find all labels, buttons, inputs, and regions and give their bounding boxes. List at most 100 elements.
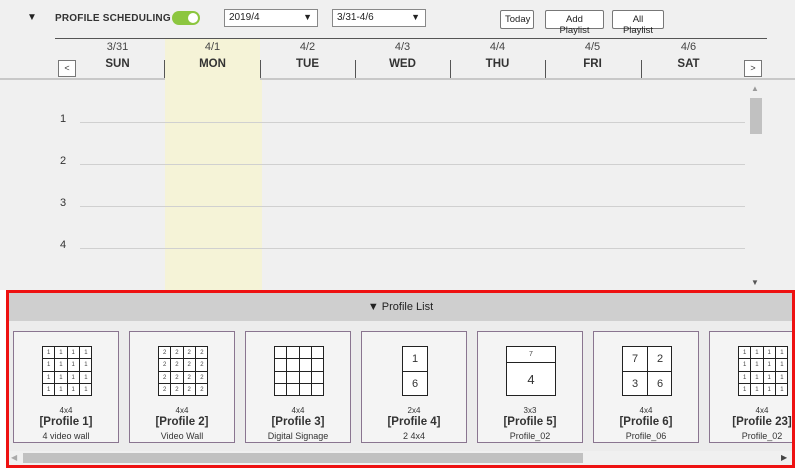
layout-cell: 2 <box>159 359 172 372</box>
profile-layout-type: 4x4 <box>59 406 73 415</box>
scheduling-toolbar: ▼ PROFILE SCHEDULING 2019/4 ▼ 3/31-4/6 ▼… <box>0 0 795 38</box>
layout-cell: 1 <box>775 359 788 372</box>
layout-cell <box>275 383 288 396</box>
day-column-fri[interactable]: 4/5 FRI <box>545 39 640 80</box>
day-name: SAT <box>677 58 700 70</box>
profile-layout-type: 4x4 <box>175 406 189 415</box>
layout-cell: 2 <box>159 371 172 384</box>
layout-cell: 1 <box>775 372 788 384</box>
layout-cell: 2 <box>195 347 208 360</box>
layout-cell: 1 <box>751 347 764 360</box>
profile-description: Profile_02 <box>509 431 551 441</box>
day-column-thu[interactable]: 4/4 THU <box>450 39 545 80</box>
hour-row: 1 <box>0 113 745 125</box>
schedule-vertical-scrollbar[interactable]: ▲ ▼ <box>747 80 765 290</box>
layout-preview-grid-2x4: 1 6 <box>402 346 428 396</box>
week-select-value: 3/31-4/6 <box>337 12 374 23</box>
next-week-button[interactable]: > <box>744 60 762 77</box>
schedule-grid[interactable]: 1 2 3 4 ▲ ▼ <box>0 80 795 290</box>
layout-cell: 7 <box>507 347 556 363</box>
profile-card-2[interactable]: 2222222222222222 4x4 [Profile 2] Video W… <box>129 331 235 443</box>
layout-cell: 2 <box>171 383 184 396</box>
add-playlist-button[interactable]: Add Playlist <box>545 10 604 36</box>
scroll-up-icon[interactable]: ▲ <box>751 84 759 93</box>
layout-cell: 1 <box>764 383 776 396</box>
layout-preview-grid-4x4: 1111111111111111 <box>738 346 788 396</box>
layout-cell: 1 <box>55 371 68 384</box>
layout-cell: 1 <box>780 386 784 393</box>
profile-layout-type: 4x4 <box>755 406 769 415</box>
layout-cell: 1 <box>68 383 80 396</box>
layout-cell: 1 <box>763 371 776 384</box>
profile-card-strip: 1111111111111111 4x4 [Profile 1] 4 video… <box>9 321 792 451</box>
day-separator <box>641 60 642 78</box>
profile-layout-type: 4x4 <box>639 406 653 415</box>
layout-cell: 2 <box>184 383 196 396</box>
hour-gridline <box>80 164 745 165</box>
profile-card-7[interactable]: 1111111111111111 4x4 [Profile 23] Profil… <box>709 331 792 443</box>
layout-cell: 2 <box>183 371 196 384</box>
scrollbar-thumb[interactable] <box>750 98 762 134</box>
day-column-tue[interactable]: 4/2 TUE <box>260 39 355 80</box>
day-column-sun[interactable]: 3/31 SUN <box>70 39 165 80</box>
all-playlist-button[interactable]: All Playlist <box>612 10 664 36</box>
layout-cell <box>311 347 324 360</box>
scroll-right-icon[interactable]: ▶ <box>781 453 787 462</box>
profile-card-4[interactable]: 1 6 2x4 [Profile 4] 2 4x4 <box>361 331 467 443</box>
profile-horizontal-scrollbar[interactable]: ◀ ▶ <box>9 451 792 465</box>
layout-cell: 2 <box>159 347 172 360</box>
layout-preview-grid-3x3: 7 4 <box>506 346 556 396</box>
layout-cell: 2 <box>171 371 184 384</box>
day-name: FRI <box>583 58 602 70</box>
hour-label: 2 <box>60 155 67 167</box>
layout-cell: 1 <box>43 347 56 360</box>
layout-cell: 7 <box>623 347 648 372</box>
profile-name: [Profile 2] <box>155 416 209 428</box>
profile-card-1[interactable]: 1111111111111111 4x4 [Profile 1] 4 video… <box>13 331 119 443</box>
hour-row: 3 <box>0 197 745 209</box>
hour-gridline <box>80 248 745 249</box>
calendar-header: < > 3/31 SUN 4/1 MON 4/2 TUE 4/3 WED 4/4… <box>0 38 795 80</box>
profile-list-header[interactable]: ▼ Profile List <box>9 293 792 321</box>
layout-cell <box>287 383 300 396</box>
layout-cell: 2 <box>171 359 184 372</box>
layout-cell: 1 <box>55 383 68 396</box>
day-date: 3/31 <box>106 41 129 53</box>
profile-card-5[interactable]: 7 4 3x3 [Profile 5] Profile_02 <box>477 331 583 443</box>
day-separator <box>545 60 546 78</box>
layout-cell <box>275 347 288 360</box>
layout-preview-grid-4x4: 2222222222222222 <box>158 346 208 396</box>
day-name: MON <box>199 58 226 70</box>
day-column-sat[interactable]: 4/6 SAT <box>641 39 736 80</box>
day-column-mon[interactable]: 4/1 MON <box>165 39 260 80</box>
scheduling-toggle[interactable] <box>172 11 200 25</box>
profile-layout-type: 3x3 <box>523 406 537 415</box>
layout-preview-grid-4x4: 1111111111111111 <box>42 346 92 396</box>
day-date: 4/5 <box>584 41 601 53</box>
week-select[interactable]: 3/31-4/6 ▼ <box>332 9 426 27</box>
layout-cell: 2 <box>195 372 208 384</box>
day-column-wed[interactable]: 4/3 WED <box>355 39 450 80</box>
scroll-down-icon[interactable]: ▼ <box>751 278 759 287</box>
layout-cell: 1 <box>739 347 752 360</box>
layout-cell: 2 <box>195 359 208 372</box>
scrollbar-thumb[interactable] <box>23 453 583 463</box>
layout-cell <box>287 371 300 384</box>
scroll-left-icon[interactable]: ◀ <box>11 453 17 462</box>
today-button[interactable]: Today <box>500 10 534 29</box>
profile-card-3[interactable]: 4x4 [Profile 3] Digital Signage <box>245 331 351 443</box>
layout-cell <box>312 384 324 396</box>
month-select[interactable]: 2019/4 ▼ <box>224 9 318 27</box>
layout-cell: 4 <box>507 363 556 396</box>
layout-cell: 1 <box>79 372 92 384</box>
collapse-arrow-icon[interactable]: ▼ <box>27 12 37 23</box>
layout-cell: 2 <box>648 347 672 372</box>
layout-cell: 2 <box>183 359 196 372</box>
today-highlight <box>165 80 262 290</box>
profile-name: [Profile 6] <box>619 416 673 428</box>
day-name: TUE <box>296 58 319 70</box>
profile-card-6[interactable]: 7 2 3 6 4x4 [Profile 6] Profile_06 <box>593 331 699 443</box>
layout-cell <box>287 347 300 360</box>
layout-cell: 1 <box>751 359 764 372</box>
layout-cell: 6 <box>403 372 428 396</box>
